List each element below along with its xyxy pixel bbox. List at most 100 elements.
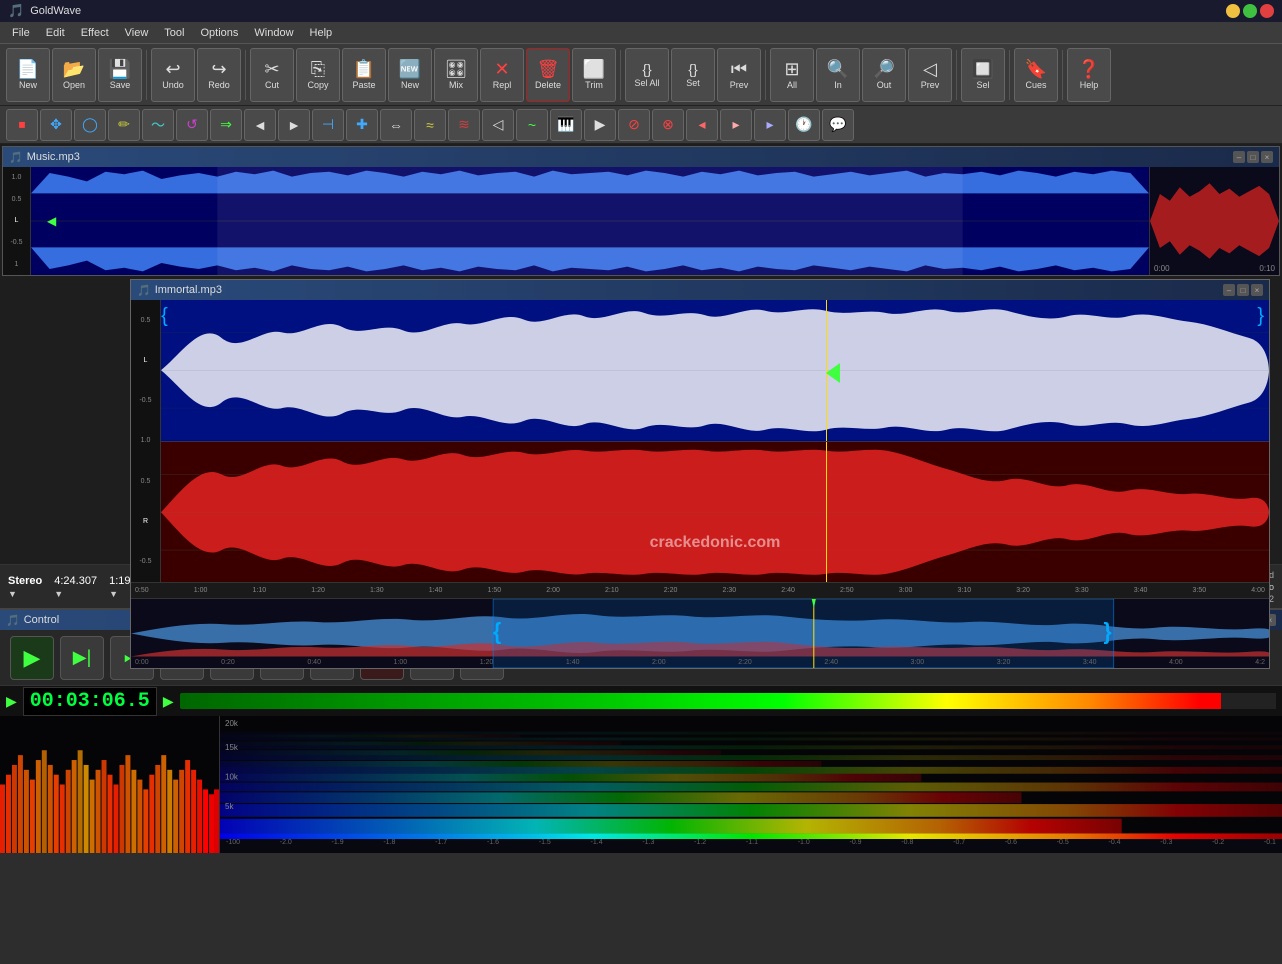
eq-tool[interactable]: ⊘ bbox=[618, 109, 650, 141]
music-min-btn[interactable]: – bbox=[1233, 151, 1245, 163]
channel-L: } } bbox=[161, 300, 1269, 442]
select-l[interactable]: ◄ bbox=[244, 109, 276, 141]
menu-tool[interactable]: Tool bbox=[156, 25, 192, 41]
status-channel: Stereo ▼ bbox=[8, 575, 42, 599]
level-L: L bbox=[15, 217, 19, 224]
next-marker[interactable]: ▸ bbox=[720, 109, 752, 141]
copy-button[interactable]: ⎘ Copy bbox=[296, 48, 340, 102]
copy-icon: ⎘ bbox=[311, 60, 325, 78]
immortal-levels: 0.5 L -0.5 1.0 0.5 R -0.5 bbox=[131, 300, 161, 582]
save-button[interactable]: 💾 Save bbox=[98, 48, 142, 102]
save-label: Save bbox=[110, 80, 131, 90]
prev-marker[interactable]: ◂ bbox=[686, 109, 718, 141]
trim-icon: ⬜ bbox=[583, 60, 605, 78]
selection-right-handle[interactable]: } bbox=[1257, 305, 1264, 328]
loop-tool[interactable]: ↺ bbox=[176, 109, 208, 141]
clock-tool[interactable]: 🕐 bbox=[788, 109, 820, 141]
freq-spectrum-svg: 20k 15k 10k 5k bbox=[220, 716, 1282, 853]
titlebar: 🎵 GoldWave bbox=[0, 0, 1282, 22]
music-close-btn[interactable]: × bbox=[1261, 151, 1273, 163]
marker-tool[interactable]: ⇒ bbox=[210, 109, 242, 141]
zoom-circle[interactable]: ◯ bbox=[74, 109, 106, 141]
menu-view[interactable]: View bbox=[117, 25, 157, 41]
delete-button[interactable]: 🗑 Delete bbox=[526, 48, 570, 102]
fade-tool[interactable]: ◁ bbox=[482, 109, 514, 141]
sel-button[interactable]: 🔲 Sel bbox=[961, 48, 1005, 102]
play-end-button[interactable]: ▶| bbox=[60, 636, 104, 680]
immortal-waveform-area[interactable]: } } bbox=[161, 300, 1269, 582]
all-button[interactable]: ⊞ All bbox=[770, 48, 814, 102]
menu-options[interactable]: Options bbox=[192, 25, 246, 41]
zoom-out-label: Out bbox=[877, 80, 892, 90]
cues-button[interactable]: 🔖 Cues bbox=[1014, 48, 1058, 102]
duration-arrow: ▼ bbox=[54, 589, 97, 599]
redo-button[interactable]: ↪ Redo bbox=[197, 48, 241, 102]
repl-button[interactable]: ✕ Repl bbox=[480, 48, 524, 102]
zoom-in-button[interactable]: 🔍 In bbox=[816, 48, 860, 102]
cut-button[interactable]: ✂ Cut bbox=[250, 48, 294, 102]
time-level-row: ▶ 00:03:06.5 ▶ bbox=[0, 686, 1282, 716]
music-window-titlebar: 🎵 Music.mp3 – □ × bbox=[3, 147, 1279, 167]
open-button[interactable]: 📂 Open bbox=[52, 48, 96, 102]
redo-label: Redo bbox=[208, 80, 230, 90]
menu-effect[interactable]: Effect bbox=[73, 25, 117, 41]
delete-label: Delete bbox=[535, 80, 561, 90]
wave2-tool[interactable]: ≈ bbox=[414, 109, 446, 141]
immortal-close-btn[interactable]: × bbox=[1251, 284, 1263, 296]
wave-tool[interactable]: 〜 bbox=[142, 109, 174, 141]
time-play-icon[interactable]: ▶ bbox=[6, 693, 17, 710]
mix-button[interactable]: 🎛 Mix bbox=[434, 48, 478, 102]
selection-left-handle[interactable]: } bbox=[161, 305, 168, 328]
undo-button[interactable]: ↩ Undo bbox=[151, 48, 195, 102]
trim-button[interactable]: ⬜ Trim bbox=[572, 48, 616, 102]
menu-help[interactable]: Help bbox=[302, 25, 341, 41]
minimize-button[interactable] bbox=[1226, 4, 1240, 18]
all-icon: ⊞ bbox=[784, 60, 799, 78]
stop-record-button[interactable]: ⏹ bbox=[6, 109, 38, 141]
pencil-tool[interactable]: ✏ bbox=[108, 109, 140, 141]
move-tool[interactable]: ✥ bbox=[40, 109, 72, 141]
immortal-overview[interactable]: { } 0:00 0:20 0:40 1:00 1:20 1:40 2:00 2… bbox=[131, 598, 1269, 668]
menu-edit[interactable]: Edit bbox=[38, 25, 73, 41]
zoom-out-button[interactable]: 🔎 Out bbox=[862, 48, 906, 102]
prev-button[interactable]: ⏮ Prev bbox=[717, 48, 761, 102]
prev2-button[interactable]: ◁ Prev bbox=[908, 48, 952, 102]
new-button[interactable]: 📄 New bbox=[6, 48, 50, 102]
help-button[interactable]: ❓ Help bbox=[1067, 48, 1111, 102]
cross-tool[interactable]: ✚ bbox=[346, 109, 378, 141]
time-marker-icon[interactable]: ▶ bbox=[163, 693, 174, 710]
play-button[interactable]: ▶ bbox=[10, 636, 54, 680]
new-label: New bbox=[19, 80, 37, 90]
new2-button[interactable]: 🆕 New bbox=[388, 48, 432, 102]
immortal-restore-btn[interactable]: □ bbox=[1237, 284, 1249, 296]
maximize-button[interactable] bbox=[1243, 4, 1257, 18]
close-button[interactable] bbox=[1260, 4, 1274, 18]
stretch-tool[interactable]: ≋ bbox=[448, 109, 480, 141]
start-marker[interactable]: ⊣ bbox=[312, 109, 344, 141]
overview-times: 0:00 0:20 0:40 1:00 1:20 1:40 2:00 2:20 … bbox=[131, 659, 1269, 666]
menu-window[interactable]: Window bbox=[246, 25, 301, 41]
select-r[interactable]: ► bbox=[278, 109, 310, 141]
immortal-min-btn[interactable]: – bbox=[1223, 284, 1235, 296]
spectrum-area: 20k 15k 10k 5k -100 -2.0 -1.9 -1.8 -1.7 … bbox=[0, 716, 1282, 853]
comment-tool[interactable]: 💬 bbox=[822, 109, 854, 141]
status-duration: 4:24.307 ▼ bbox=[54, 575, 97, 599]
paste-label: Paste bbox=[352, 80, 375, 90]
bookmark-tool[interactable]: ▸ bbox=[754, 109, 786, 141]
music-file-icon: 🎵 bbox=[9, 151, 23, 164]
paste-button[interactable]: 📋 Paste bbox=[342, 48, 386, 102]
all-label: All bbox=[787, 80, 797, 90]
sel-label: Sel bbox=[976, 80, 989, 90]
music-waveform[interactable]: ◀ bbox=[31, 167, 1149, 275]
volume-tool[interactable]: ▶ bbox=[584, 109, 616, 141]
piano-tool[interactable]: 🎹 bbox=[550, 109, 582, 141]
menu-file[interactable]: File bbox=[4, 25, 38, 41]
set-button[interactable]: {} Set bbox=[671, 48, 715, 102]
expand-tool[interactable]: ⇔ bbox=[380, 109, 412, 141]
noise-tool[interactable]: ⊗ bbox=[652, 109, 684, 141]
mix-label: Mix bbox=[449, 80, 463, 90]
playhead-cursor-r bbox=[826, 442, 827, 583]
selall-button[interactable]: {} Sel All bbox=[625, 48, 669, 102]
envelope-tool[interactable]: ~ bbox=[516, 109, 548, 141]
music-max-btn[interactable]: □ bbox=[1247, 151, 1259, 163]
